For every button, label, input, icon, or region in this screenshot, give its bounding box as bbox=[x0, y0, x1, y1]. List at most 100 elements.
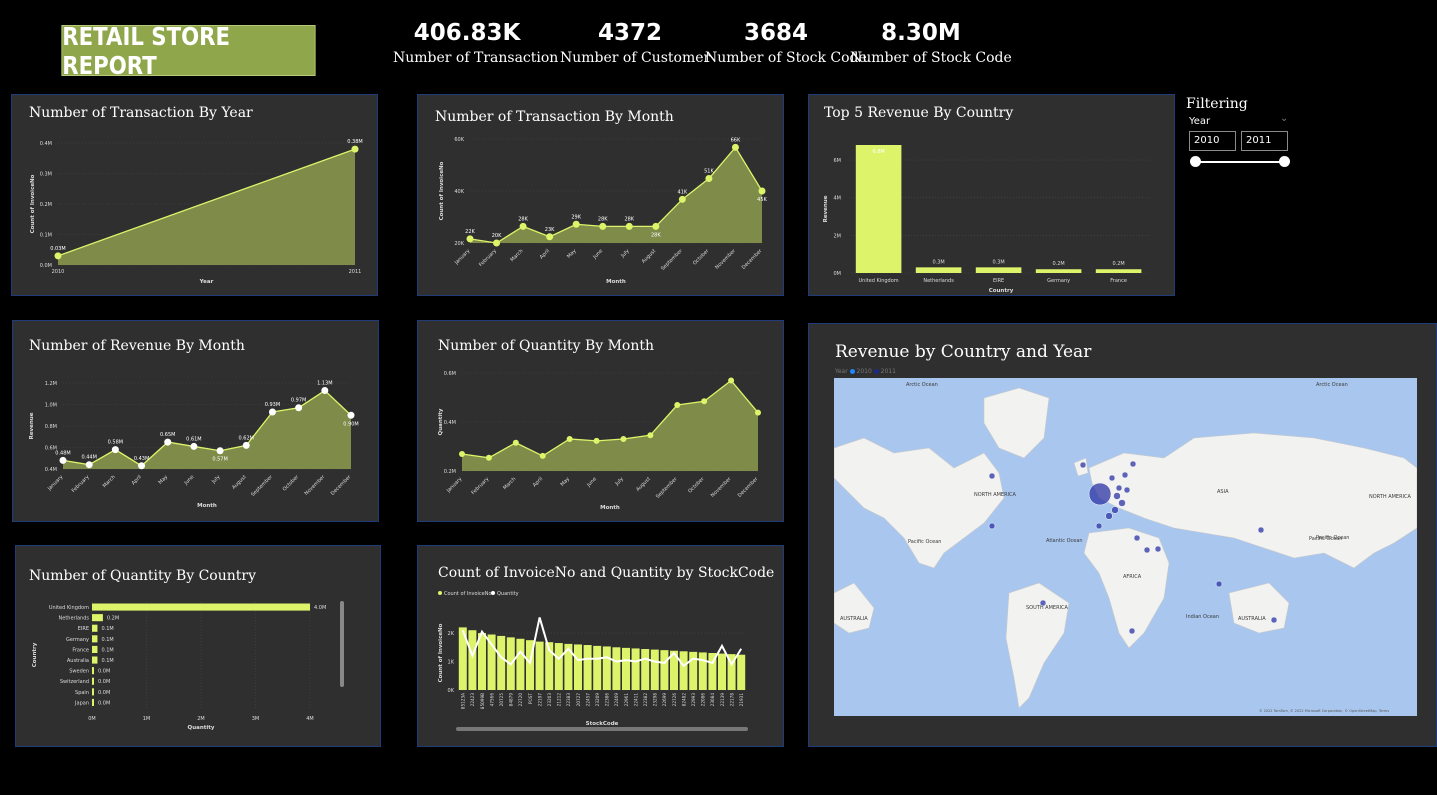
map-bubble-middle-east[interactable] bbox=[1143, 546, 1151, 554]
data-label: 28K bbox=[598, 216, 608, 222]
x-tick-label: February bbox=[470, 476, 490, 496]
data-point bbox=[647, 432, 654, 439]
world-map-canvas[interactable]: Arctic Ocean Arctic Ocean NORTH AMERICA … bbox=[834, 378, 1417, 716]
x-tick-label: February bbox=[478, 248, 498, 268]
year-to-input[interactable]: 2011 bbox=[1241, 131, 1288, 151]
map-bubble-brazil[interactable] bbox=[1039, 599, 1047, 607]
x-tick-label: 85123A bbox=[461, 693, 466, 709]
map-bubble-europe[interactable] bbox=[1115, 484, 1123, 492]
x-tick-label: December bbox=[741, 248, 764, 271]
map-bubble-south-africa[interactable] bbox=[1128, 627, 1136, 635]
data-label: 0.3M bbox=[992, 259, 1004, 265]
map-bubble-singapore[interactable] bbox=[1215, 580, 1223, 588]
data-point bbox=[466, 235, 474, 243]
year-slider-track[interactable] bbox=[1195, 161, 1285, 163]
x-tick-label: May bbox=[158, 474, 170, 486]
data-point bbox=[731, 143, 739, 151]
map-bubble-japan[interactable] bbox=[1257, 526, 1265, 534]
x-tick-label: April bbox=[532, 476, 544, 488]
data-point bbox=[755, 409, 761, 416]
world-map[interactable]: Arctic Ocean Arctic Ocean NORTH AMERICA … bbox=[834, 378, 1417, 716]
map-bubble-europe[interactable] bbox=[1105, 512, 1113, 520]
year-from-input[interactable]: 2010 bbox=[1189, 131, 1236, 151]
year-slider-end-handle[interactable] bbox=[1279, 156, 1290, 167]
data-label: 0.48M bbox=[55, 450, 70, 456]
x-tick-label: April bbox=[131, 474, 143, 486]
map-bubble-europe[interactable] bbox=[1111, 506, 1119, 514]
y-tick-label: Japan bbox=[74, 700, 89, 706]
map-bubble-europe[interactable] bbox=[1108, 474, 1116, 482]
map-label: SOUTH AMERICA bbox=[1026, 605, 1069, 611]
map-bubble-iceland[interactable] bbox=[1079, 461, 1087, 469]
legend-dot-2011 bbox=[873, 369, 879, 374]
data-point bbox=[216, 447, 224, 455]
data-point bbox=[268, 408, 276, 416]
map-bubble-middle-east[interactable] bbox=[1133, 534, 1141, 542]
y-axis-title: Revenue bbox=[823, 195, 829, 222]
y-tick-label: 0.1M bbox=[40, 233, 52, 239]
data-label: 0.1M bbox=[101, 658, 113, 664]
chart-top5-revenue-by-country: 0M 2M 4M 6M 6.8M United Kingdom 0.3M Netherland… bbox=[823, 145, 1151, 294]
map-bubble-scandinavia[interactable] bbox=[1121, 471, 1129, 479]
bar bbox=[641, 649, 650, 690]
north-america-landmass bbox=[834, 437, 1005, 569]
map-label: Atlantic Ocean bbox=[1046, 538, 1083, 544]
x-tick-label: 1M bbox=[143, 716, 151, 722]
map-bubble-usa[interactable] bbox=[988, 522, 996, 530]
y-tick-label: 2M bbox=[834, 233, 842, 239]
map-bubble-scandinavia[interactable] bbox=[1129, 460, 1137, 468]
map-label: Arctic Ocean bbox=[1316, 382, 1348, 388]
y-tick-label: 0.4M bbox=[444, 420, 456, 426]
data-label: 0.0M bbox=[98, 679, 110, 685]
x-tick-label: October bbox=[692, 248, 711, 267]
x-tick-label: July bbox=[614, 476, 625, 487]
x-tick-label: 23084 bbox=[710, 693, 715, 707]
x-tick-label: May bbox=[566, 248, 578, 260]
bar bbox=[92, 656, 98, 664]
x-tick-label: 21931 bbox=[739, 693, 744, 707]
y-tick-label: Sweden bbox=[69, 669, 89, 675]
map-bubble-canada[interactable] bbox=[988, 472, 996, 480]
map-label: Arctic Ocean bbox=[906, 382, 938, 388]
map-bubble-australia[interactable] bbox=[1270, 616, 1278, 624]
x-tick-label: October bbox=[687, 476, 706, 495]
x-tick-label: November bbox=[714, 248, 737, 271]
x-tick-label: 21212 bbox=[557, 693, 562, 707]
horizontal-scrollbar[interactable] bbox=[456, 727, 748, 731]
bar bbox=[92, 667, 94, 675]
map-bubble-europe[interactable] bbox=[1118, 499, 1126, 507]
data-label: 28K bbox=[624, 216, 634, 222]
data-label: 0.93M bbox=[265, 402, 280, 408]
data-label: 0.1M bbox=[101, 647, 113, 653]
data-label: 0.0M bbox=[98, 700, 110, 706]
data-point bbox=[620, 435, 627, 442]
map-bubble-spain[interactable] bbox=[1095, 522, 1103, 530]
x-tick-label: 22386 bbox=[605, 693, 610, 707]
bar bbox=[574, 644, 582, 690]
x-axis-title: Quantity bbox=[188, 725, 215, 731]
y-tick-label: 0.0M bbox=[40, 263, 52, 269]
y-tick-label: 0.3M bbox=[40, 172, 52, 178]
x-tick-label: August bbox=[635, 476, 652, 493]
x-tick-label: 23298 bbox=[653, 693, 658, 707]
map-bubble-middle-east[interactable] bbox=[1154, 545, 1162, 553]
y-axis-title: Country bbox=[32, 642, 38, 667]
bar bbox=[975, 267, 1022, 273]
x-tick-label: 23209 bbox=[595, 693, 600, 707]
bar bbox=[92, 645, 98, 653]
greenland-landmass bbox=[983, 387, 1050, 459]
kpi-value: 406.83K bbox=[413, 20, 521, 46]
year-slider-start-handle[interactable] bbox=[1190, 156, 1201, 167]
bar bbox=[698, 652, 707, 690]
bar bbox=[593, 645, 602, 690]
map-bubble-europe[interactable] bbox=[1113, 492, 1121, 500]
data-label: 0.0M bbox=[98, 690, 110, 696]
chevron-down-icon[interactable]: ⌄ bbox=[1280, 113, 1288, 124]
data-label: 0.0M bbox=[98, 669, 110, 675]
map-bubble-united-kingdom[interactable] bbox=[1088, 482, 1112, 506]
kpi-value: 8.30M bbox=[881, 20, 961, 46]
y-tick-label: 1.2M bbox=[45, 381, 57, 387]
vertical-scrollbar[interactable] bbox=[340, 601, 344, 687]
data-point bbox=[512, 439, 519, 446]
map-bubble-europe[interactable] bbox=[1123, 486, 1131, 494]
